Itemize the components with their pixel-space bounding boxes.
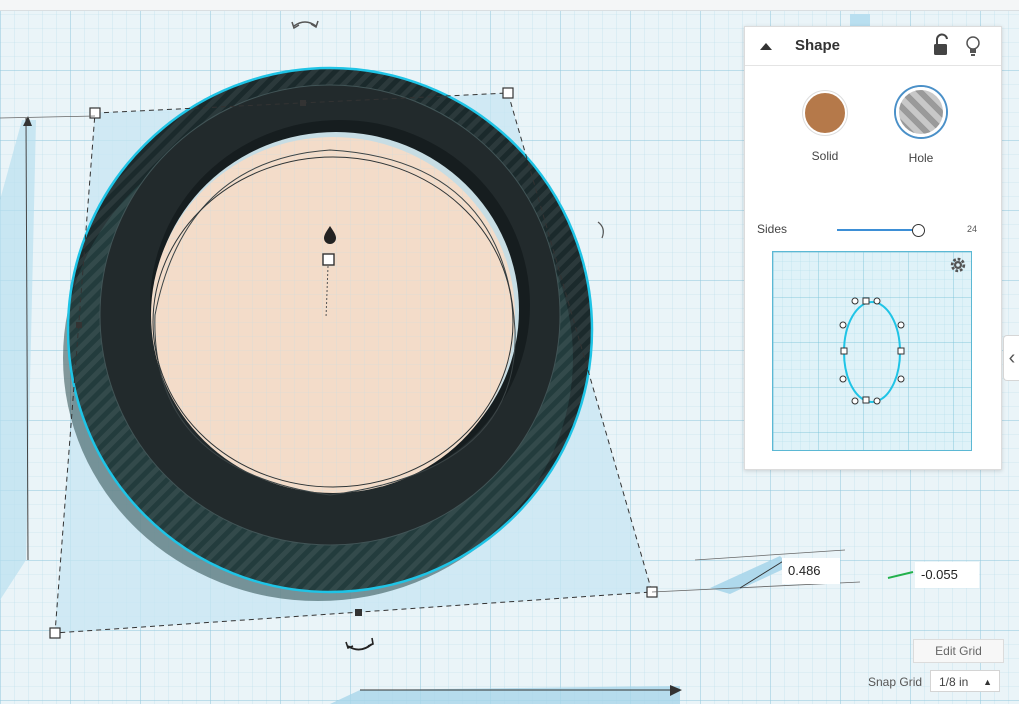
- profile-handle-left[interactable]: [840, 347, 848, 355]
- light-bulb-button[interactable]: [961, 33, 985, 59]
- snap-grid-value: 1/8 in: [939, 675, 969, 689]
- lightbulb-icon: [966, 36, 980, 56]
- dimension-input-elevation[interactable]: -0.055: [915, 562, 979, 588]
- snap-grid-select[interactable]: 1/8 in ▲: [930, 670, 1000, 692]
- solid-option[interactable]: Solid: [785, 87, 865, 167]
- profile-handle-right[interactable]: [897, 347, 905, 355]
- solid-label: Solid: [811, 149, 839, 163]
- top-toolbar-strip: [0, 0, 1019, 11]
- profile-control-point[interactable]: [851, 297, 859, 305]
- sides-slider-track[interactable]: [837, 229, 923, 231]
- panel-title: Shape: [795, 37, 841, 54]
- profile-control-point[interactable]: [839, 375, 847, 383]
- shape-inspector-panel: Shape Solid Hole Sides 24: [744, 26, 1002, 470]
- unlock-icon: [934, 33, 948, 55]
- caret-up-icon: ▲: [983, 677, 992, 687]
- sides-label: Sides: [757, 222, 788, 236]
- sides-value: 24: [967, 224, 978, 234]
- edge-handle-bottom[interactable]: [355, 609, 362, 616]
- snap-grid-label: Snap Grid: [868, 675, 923, 689]
- corner-handle-bottom-left[interactable]: [49, 627, 61, 639]
- panel-header: Shape: [745, 27, 1001, 66]
- caret-up-icon: [760, 43, 772, 50]
- height-handle[interactable]: [322, 253, 335, 266]
- chevron-left-icon: ‹: [1008, 346, 1016, 369]
- collapse-panel-button[interactable]: [753, 35, 779, 57]
- corner-handle-top-left[interactable]: [89, 107, 101, 119]
- profile-control-point[interactable]: [897, 321, 905, 329]
- corner-handle-top-right[interactable]: [502, 87, 514, 99]
- profile-control-point[interactable]: [873, 397, 881, 405]
- hole-swatch: [896, 87, 946, 137]
- dimension-input-offset[interactable]: 0.486: [782, 558, 840, 584]
- sides-slider-handle[interactable]: [911, 224, 925, 237]
- gear-icon[interactable]: [949, 256, 967, 274]
- ruler-band-top-right: [850, 14, 870, 26]
- hole-option[interactable]: Hole: [881, 87, 961, 167]
- lock-button[interactable]: [929, 33, 953, 59]
- profile-control-point[interactable]: [873, 297, 881, 305]
- profile-handle-top[interactable]: [862, 297, 870, 305]
- profile-control-point[interactable]: [897, 375, 905, 383]
- profile-editor-canvas[interactable]: [773, 252, 971, 450]
- expand-panel-tab[interactable]: ‹: [1003, 335, 1019, 381]
- profile-control-point[interactable]: [839, 321, 847, 329]
- edge-handle-left[interactable]: [76, 322, 82, 328]
- shape-profile-editor[interactable]: [772, 251, 972, 451]
- profile-control-point[interactable]: [851, 397, 859, 405]
- edit-grid-button[interactable]: Edit Grid: [913, 639, 1004, 663]
- edge-handle-top[interactable]: [300, 100, 306, 106]
- solid-swatch: [803, 91, 847, 135]
- profile-handle-bottom[interactable]: [862, 396, 870, 404]
- hole-label: Hole: [908, 151, 934, 165]
